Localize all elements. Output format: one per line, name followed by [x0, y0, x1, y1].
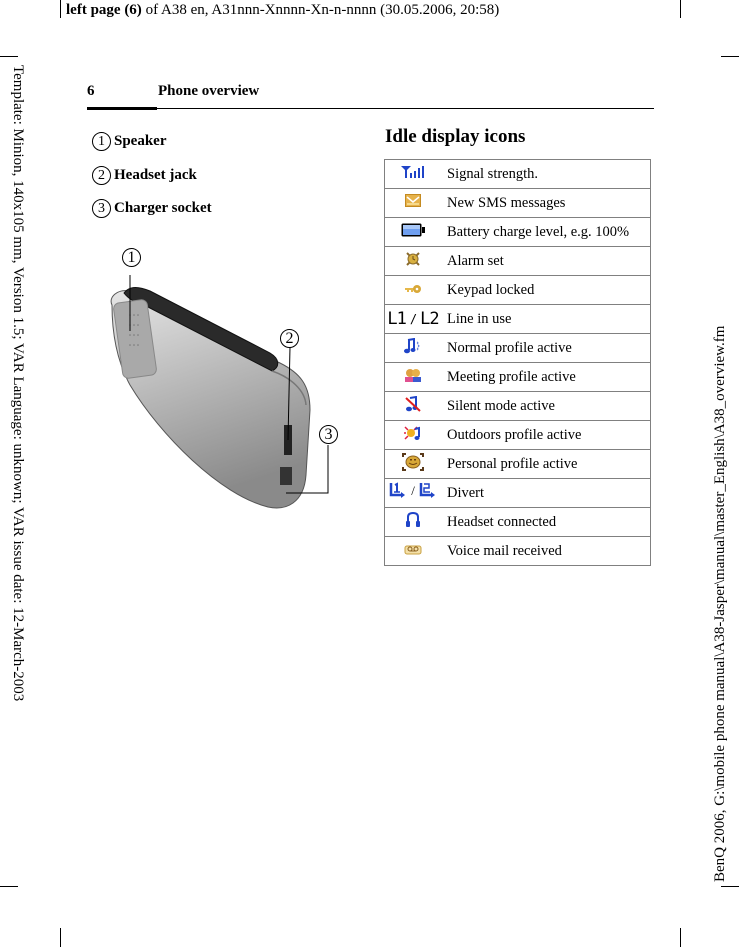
document-slug: left page (6) of A38 en, A31nnn-Xnnnn-Xn…: [66, 0, 499, 20]
icon-description: Signal strength.: [441, 159, 651, 189]
table-row: Normal profile active: [384, 333, 651, 363]
table-row: Alarm set: [384, 246, 651, 276]
header-rule: [157, 108, 654, 109]
table-row: Personal profile active: [384, 449, 651, 479]
crop-mark: [60, 928, 61, 947]
silent-icon: [404, 395, 422, 412]
headset-icon: [405, 511, 421, 528]
callout-1: 1: [122, 248, 141, 267]
icon-description: Line in use: [441, 304, 651, 334]
personal-face-icon: [402, 452, 424, 471]
template-info: Template: Minion, 140x105 mm, Version 1.…: [10, 65, 26, 702]
line-2-symbol: L2: [420, 309, 440, 329]
music-note-icon: [403, 337, 423, 354]
callout-number: 2: [92, 166, 111, 185]
key-icon: [404, 284, 422, 294]
legend-item-charger-socket: 3 Charger socket: [92, 199, 212, 218]
callout-number: 3: [92, 199, 111, 218]
alarm-icon: [405, 251, 421, 267]
table-row: / Divert: [384, 478, 651, 508]
slug-page-ref: left page (6): [66, 2, 142, 18]
table-row: Headset connected: [384, 507, 651, 537]
outdoors-icon: [403, 425, 423, 441]
icon-description: Normal profile active: [441, 333, 651, 363]
phone-illustration: 1 2 3: [100, 245, 350, 515]
meeting-people-icon: [403, 367, 423, 383]
table-row: Silent mode active: [384, 391, 651, 421]
divert-line-1-icon: [389, 482, 406, 498]
divert-line-2-icon: [419, 483, 435, 498]
icon-description: Alarm set: [441, 246, 651, 276]
voicemail-icon: [404, 543, 422, 555]
line-icon: L1 / L2: [387, 309, 440, 329]
legend-label: Speaker: [114, 133, 167, 149]
callout-2: 2: [280, 329, 299, 348]
table-row: L1 / L2 Line in use: [384, 304, 651, 334]
battery-icon: [401, 223, 425, 237]
slug-info: of A38 en, A31nnn-Xnnnn-Xn-n-nnnn (30.05…: [141, 2, 500, 18]
crop-mark: [680, 928, 681, 947]
crop-mark: [680, 0, 681, 18]
icon-description: Headset connected: [441, 507, 651, 537]
table-row: Outdoors profile active: [384, 420, 651, 450]
line-1-symbol: L1: [387, 309, 407, 329]
table-row: Voice mail received: [384, 536, 651, 566]
table-row: Battery charge level, e.g. 100%: [384, 217, 651, 247]
icon-description: Divert: [441, 478, 651, 508]
icon-description: Silent mode active: [441, 391, 651, 421]
sms-envelope-icon: [405, 194, 421, 207]
icon-description: Meeting profile active: [441, 362, 651, 392]
icon-description: Outdoors profile active: [441, 420, 651, 450]
phone-side-view-image: [110, 275, 329, 509]
legend-item-headset-jack: 2 Headset jack: [92, 166, 197, 185]
table-row: New SMS messages: [384, 188, 651, 218]
icon-description: Keypad locked: [441, 275, 651, 305]
legend-label: Charger socket: [114, 200, 212, 216]
header-rule: [87, 107, 157, 110]
callout-3: 3: [319, 425, 338, 444]
legend-label: Headset jack: [114, 167, 197, 183]
file-path-text: BenQ 2006, G:\mobile phone manual\A38-Ja…: [712, 325, 728, 882]
file-path-info: BenQ 2006, G:\mobile phone manual\A38-Ja…: [710, 262, 732, 882]
table-row: Signal strength.: [384, 159, 651, 189]
callout-number: 1: [92, 132, 111, 151]
legend-item-speaker: 1 Speaker: [92, 132, 167, 151]
separator: /: [411, 482, 415, 498]
table-row: Meeting profile active: [384, 362, 651, 392]
icon-description: Battery charge level, e.g. 100%: [441, 217, 651, 247]
crop-mark: [60, 0, 61, 18]
section-title: Idle display icons: [385, 126, 526, 147]
icon-description: New SMS messages: [441, 188, 651, 218]
table-row: Keypad locked: [384, 275, 651, 305]
crop-mark: [721, 56, 739, 57]
page-title: Phone overview: [158, 83, 260, 99]
crop-mark: [721, 886, 739, 887]
crop-mark: [0, 886, 18, 887]
signal-strength-icon: [400, 165, 426, 179]
page-number: 6: [87, 83, 95, 99]
icon-description: Voice mail received: [441, 536, 651, 566]
idle-icons-table: Signal strength. New SMS messages Batter…: [384, 159, 651, 566]
separator: /: [409, 312, 417, 326]
crop-mark: [0, 56, 18, 57]
icon-description: Personal profile active: [441, 449, 651, 479]
divert-icon: /: [389, 482, 437, 499]
